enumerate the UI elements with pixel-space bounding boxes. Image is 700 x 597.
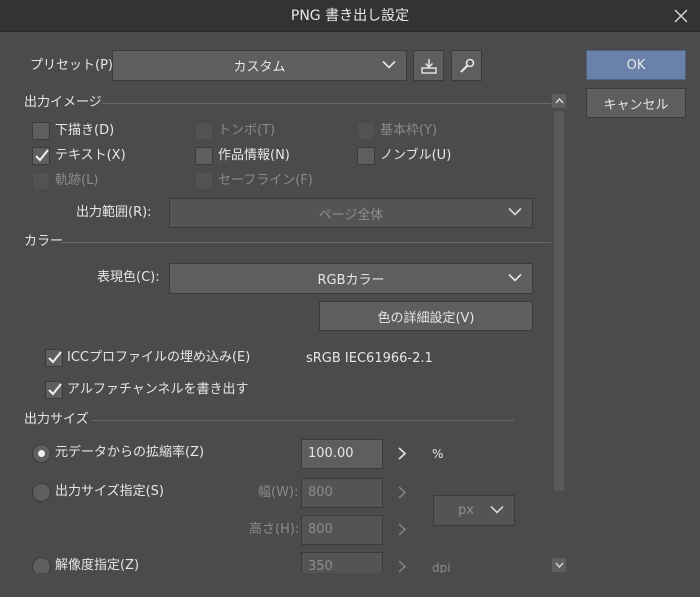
text-checkbox[interactable]	[32, 147, 50, 165]
resolution-input[interactable]: 350	[301, 552, 383, 573]
cancel-button[interactable]: キャンセル	[586, 88, 686, 118]
chevron-down-icon	[490, 503, 504, 518]
color-heading: カラー	[24, 234, 64, 249]
icc-embed-checkbox[interactable]	[45, 349, 63, 367]
draft-checkbox[interactable]	[32, 122, 50, 140]
alpha-channel-label: アルファチャンネルを書き出す	[67, 382, 249, 397]
base-frame-checkbox[interactable]	[357, 122, 375, 140]
chevron-down-icon	[508, 206, 522, 221]
chevron-right-icon[interactable]	[398, 486, 407, 503]
close-icon[interactable]	[670, 6, 692, 26]
section-divider	[102, 103, 552, 104]
color-expression-value: RGBカラー	[317, 273, 385, 288]
output-range-value: ページ全体	[318, 207, 384, 223]
trail-label: 軌跡(L)	[55, 173, 99, 188]
preset-select[interactable]: カスタム	[112, 50, 407, 81]
chevron-right-icon[interactable]	[398, 447, 407, 464]
size-label: 出力サイズ指定(S)	[55, 484, 165, 499]
scrollbar-thumb[interactable]	[554, 111, 564, 491]
size-radio[interactable]	[32, 483, 51, 502]
output-range-select[interactable]: ページ全体	[169, 198, 533, 228]
scroll-down-icon[interactable]	[552, 558, 566, 572]
output-size-heading: 出力サイズ	[24, 412, 89, 427]
color-expression-label: 表現色(C):	[97, 270, 160, 285]
chevron-right-icon[interactable]	[398, 560, 407, 573]
checkmark-icon	[48, 383, 62, 396]
settings-panel: 出力イメージ 下描き(D) トンボ(T) 基本枠(Y) テキスト(X) 作品情報…	[22, 92, 568, 573]
page-number-checkbox[interactable]	[357, 147, 375, 165]
section-divider	[92, 420, 514, 421]
icc-embed-label: ICCプロファイルの埋め込み(E)	[67, 350, 251, 365]
save-preset-icon	[420, 58, 437, 74]
color-detail-button[interactable]: 色の詳細設定(V)	[319, 301, 533, 331]
checkmark-icon	[35, 149, 49, 162]
scale-unit: %	[432, 447, 444, 461]
register-preset-button[interactable]	[413, 50, 444, 81]
alpha-channel-checkbox[interactable]	[45, 381, 63, 399]
width-label: 幅(W):	[258, 485, 299, 500]
output-image-heading: 出力イメージ	[24, 95, 102, 110]
scale-radio[interactable]	[32, 444, 51, 463]
ok-button[interactable]: OK	[586, 50, 686, 80]
crop-marks-checkbox[interactable]	[195, 122, 213, 140]
preset-value: カスタム	[233, 60, 286, 75]
checkmark-icon	[48, 351, 62, 364]
preset-settings-button[interactable]	[451, 50, 482, 81]
height-label: 高さ(H):	[249, 522, 300, 537]
height-input[interactable]: 800	[301, 515, 383, 545]
vertical-scrollbar[interactable]	[551, 93, 567, 573]
size-unit-value: px	[458, 503, 474, 518]
work-info-label: 作品情報(N)	[218, 148, 290, 163]
resolution-radio[interactable]	[32, 557, 51, 573]
base-frame-label: 基本枠(Y)	[380, 123, 438, 138]
safe-line-label: セーフライン(F)	[218, 173, 313, 188]
work-info-checkbox[interactable]	[195, 147, 213, 165]
resolution-label: 解像度指定(Z)	[55, 558, 140, 573]
text-label: テキスト(X)	[55, 148, 126, 163]
window-title: PNG 書き出し設定	[290, 8, 410, 24]
safe-line-checkbox[interactable]	[195, 172, 213, 190]
crop-marks-label: トンボ(T)	[218, 123, 276, 138]
title-bar: PNG 書き出し設定	[0, 0, 700, 32]
resolution-unit: dpi	[432, 561, 451, 573]
color-expression-select[interactable]: RGBカラー	[169, 263, 533, 294]
scale-input[interactable]: 100.00	[301, 439, 383, 469]
icc-profile-name: sRGB IEC61966-2.1	[306, 351, 433, 366]
width-input[interactable]: 800	[301, 478, 383, 508]
chevron-down-icon	[382, 58, 396, 73]
scroll-up-icon[interactable]	[552, 94, 566, 108]
output-range-label: 出力範囲(R):	[76, 205, 152, 220]
page-number-label: ノンブル(U)	[380, 148, 452, 163]
section-divider	[62, 242, 552, 243]
preset-label: プリセット(P):	[30, 58, 118, 73]
scale-label: 元データからの拡縮率(Z)	[55, 445, 205, 460]
size-unit-select[interactable]: px	[433, 495, 515, 526]
wrench-icon	[459, 58, 474, 73]
chevron-right-icon[interactable]	[398, 523, 407, 540]
draft-label: 下描き(D)	[55, 123, 115, 138]
chevron-down-icon	[508, 271, 522, 286]
trail-checkbox[interactable]	[32, 172, 50, 190]
